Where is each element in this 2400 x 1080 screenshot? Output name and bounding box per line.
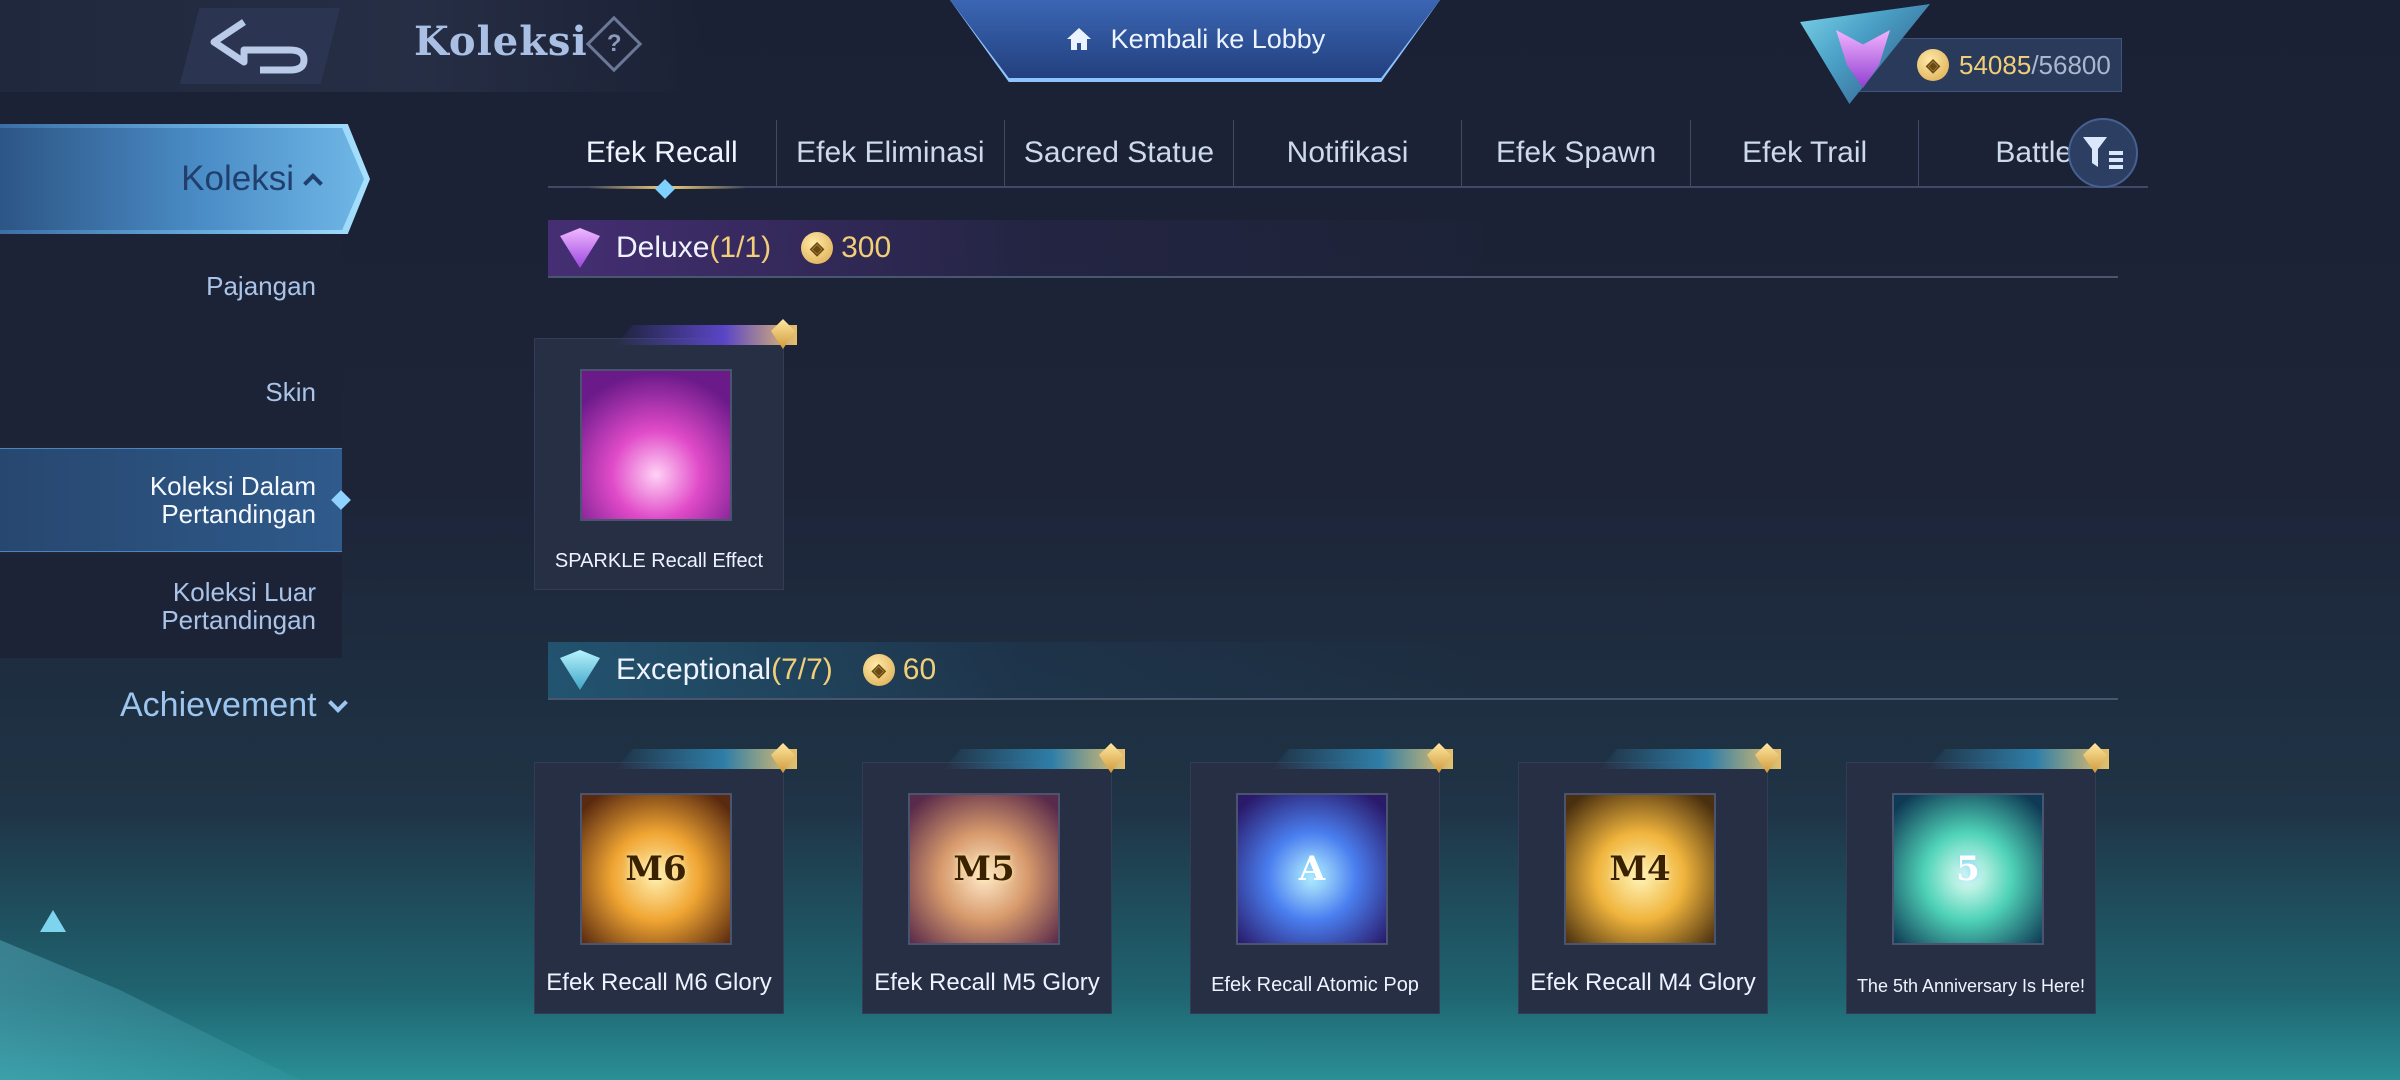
- collection-coin-icon: ◈: [1917, 49, 1949, 81]
- exceptional-gem-icon: [560, 650, 600, 690]
- help-icon: ?: [606, 29, 622, 57]
- collection-points-max: /56800: [2031, 49, 2111, 80]
- recall-effect-thumbnail: M6: [580, 793, 732, 945]
- section-points: ◈ 300: [801, 231, 891, 265]
- home-icon: [1066, 28, 1091, 50]
- collection-card-sparkle[interactable]: SPARKLE Recall Effect: [534, 319, 797, 590]
- card-ribbon: [1271, 749, 1453, 769]
- card-name: The 5th Anniversary Is Here!: [1856, 976, 2086, 996]
- sidebar-item-koleksi-dalam-pertandingan[interactable]: Koleksi Dalam Pertandingan: [0, 448, 342, 552]
- lobby-label: Kembali ke Lobby: [1110, 23, 1326, 54]
- sidebar-item-label: Pertandingan: [161, 605, 316, 635]
- page-title: Koleksi: [414, 18, 588, 65]
- collection-card-m4-glory[interactable]: M4 Efek Recall M4 Glory: [1518, 743, 1781, 1014]
- sidebar-item-label: Pertandingan: [161, 499, 316, 529]
- tab-notifikasi[interactable]: Notifikasi: [1234, 120, 1463, 186]
- tab-sacred-statue[interactable]: Sacred Statue: [1005, 120, 1234, 186]
- collection-points-display: ◈ 54085/56800: [1858, 38, 2122, 92]
- sidebar-item-pajangan[interactable]: Pajangan: [0, 234, 342, 338]
- collection-coin-icon: ◈: [862, 654, 895, 686]
- section-points-value: 300: [841, 231, 892, 264]
- back-arrow-icon: [210, 19, 308, 74]
- sidebar-koleksi-toggle[interactable]: Koleksi: [0, 124, 323, 234]
- emblem-text: A: [1298, 849, 1326, 889]
- sidebar-item-label: Koleksi Dalam: [149, 471, 316, 501]
- recall-effect-thumbnail: [580, 369, 732, 521]
- tab-efek-spawn[interactable]: Efek Spawn: [1462, 120, 1691, 186]
- card-name: Efek Recall Atomic Pop: [1211, 974, 1419, 996]
- section-count: (7/7): [771, 653, 833, 686]
- card-ribbon: [1927, 749, 2109, 769]
- collection-card-m5-glory[interactable]: M5 Efek Recall M5 Glory: [862, 743, 1125, 1014]
- decorative-triangle-icon: [40, 910, 66, 932]
- tab-label: Efek Eliminasi: [796, 136, 985, 169]
- section-points-value: 60: [902, 653, 937, 686]
- filter-button[interactable]: [2068, 118, 2138, 188]
- collection-coin-icon: ◈: [801, 232, 834, 264]
- recall-effect-thumbnail: M4: [1564, 793, 1716, 945]
- back-to-lobby-button[interactable]: Kembali ke Lobby: [950, 0, 1440, 78]
- card-name: Efek Recall M4 Glory: [1530, 969, 1756, 996]
- tab-label: Battle: [1995, 136, 2073, 169]
- achievement-label: Achievement: [120, 686, 317, 724]
- sidebar-item-koleksi-luar-pertandingan[interactable]: Koleksi Luar Pertandingan: [0, 554, 342, 658]
- emblem-text: M4: [1609, 849, 1671, 889]
- card-name: Efek Recall M6 Glory: [546, 969, 772, 996]
- tab-label: Efek Spawn: [1496, 136, 1657, 169]
- collection-points-current: 54085: [1959, 49, 2032, 80]
- tab-efek-recall[interactable]: Efek Recall: [548, 120, 777, 189]
- card-name: Efek Recall M5 Glory: [874, 969, 1100, 996]
- emblem-text: M6: [625, 849, 687, 889]
- section-header-exceptional: Exceptional(7/7) ◈ 60: [548, 642, 2118, 700]
- tab-efek-trail[interactable]: Efek Trail: [1691, 120, 1920, 186]
- emblem-text: 5: [1956, 849, 1980, 889]
- card-ribbon: [943, 749, 1125, 769]
- sidebar-item-skin[interactable]: Skin: [0, 340, 342, 444]
- collection-card-m6-glory[interactable]: M6 Efek Recall M6 Glory: [534, 743, 797, 1014]
- tab-label: Efek Trail: [1742, 136, 1868, 169]
- card-name: SPARKLE Recall Effect: [554, 550, 764, 572]
- collection-card-atomic-pop[interactable]: A Efek Recall Atomic Pop: [1190, 743, 1453, 1014]
- tab-label: Notifikasi: [1286, 136, 1409, 169]
- sidebar-item-label: Pajangan: [206, 271, 316, 301]
- sidebar-item-label: Koleksi Luar: [172, 577, 316, 607]
- card-ribbon: [615, 325, 797, 345]
- recall-effect-thumbnail: 5: [1892, 793, 2044, 945]
- section-points: ◈ 60: [862, 653, 937, 687]
- chevron-up-icon: [303, 173, 323, 193]
- emblem-text: M5: [953, 849, 1015, 889]
- section-name: Deluxe: [616, 231, 710, 264]
- card-ribbon: [615, 749, 797, 769]
- collection-card-5th-anniversary[interactable]: 5 The 5th Anniversary Is Here!: [1846, 743, 2109, 1014]
- recall-effect-thumbnail: A: [1236, 793, 1388, 945]
- sidebar-item-label: Skin: [265, 377, 316, 407]
- card-ribbon: [1599, 749, 1781, 769]
- sidebar-achievement-toggle[interactable]: Achievement: [120, 686, 348, 725]
- recall-effect-thumbnail: M5: [908, 793, 1060, 945]
- tab-label: Efek Recall: [585, 136, 738, 169]
- section-count: (1/1): [709, 231, 772, 264]
- back-button[interactable]: [180, 8, 340, 84]
- section-header-deluxe: Deluxe(1/1) ◈ 300: [548, 220, 2118, 278]
- chevron-down-icon: [327, 692, 348, 713]
- sidebar-title: Koleksi: [181, 159, 294, 198]
- tab-label: Sacred Statue: [1023, 136, 1214, 169]
- decorative-shard: [0, 940, 300, 1080]
- category-tabs: Efek Recall Efek Eliminasi Sacred Statue…: [548, 120, 2148, 189]
- section-name: Exceptional: [616, 653, 772, 686]
- deluxe-gem-icon: [560, 228, 600, 268]
- tab-efek-eliminasi[interactable]: Efek Eliminasi: [777, 120, 1006, 186]
- filter-icon: [2083, 137, 2123, 169]
